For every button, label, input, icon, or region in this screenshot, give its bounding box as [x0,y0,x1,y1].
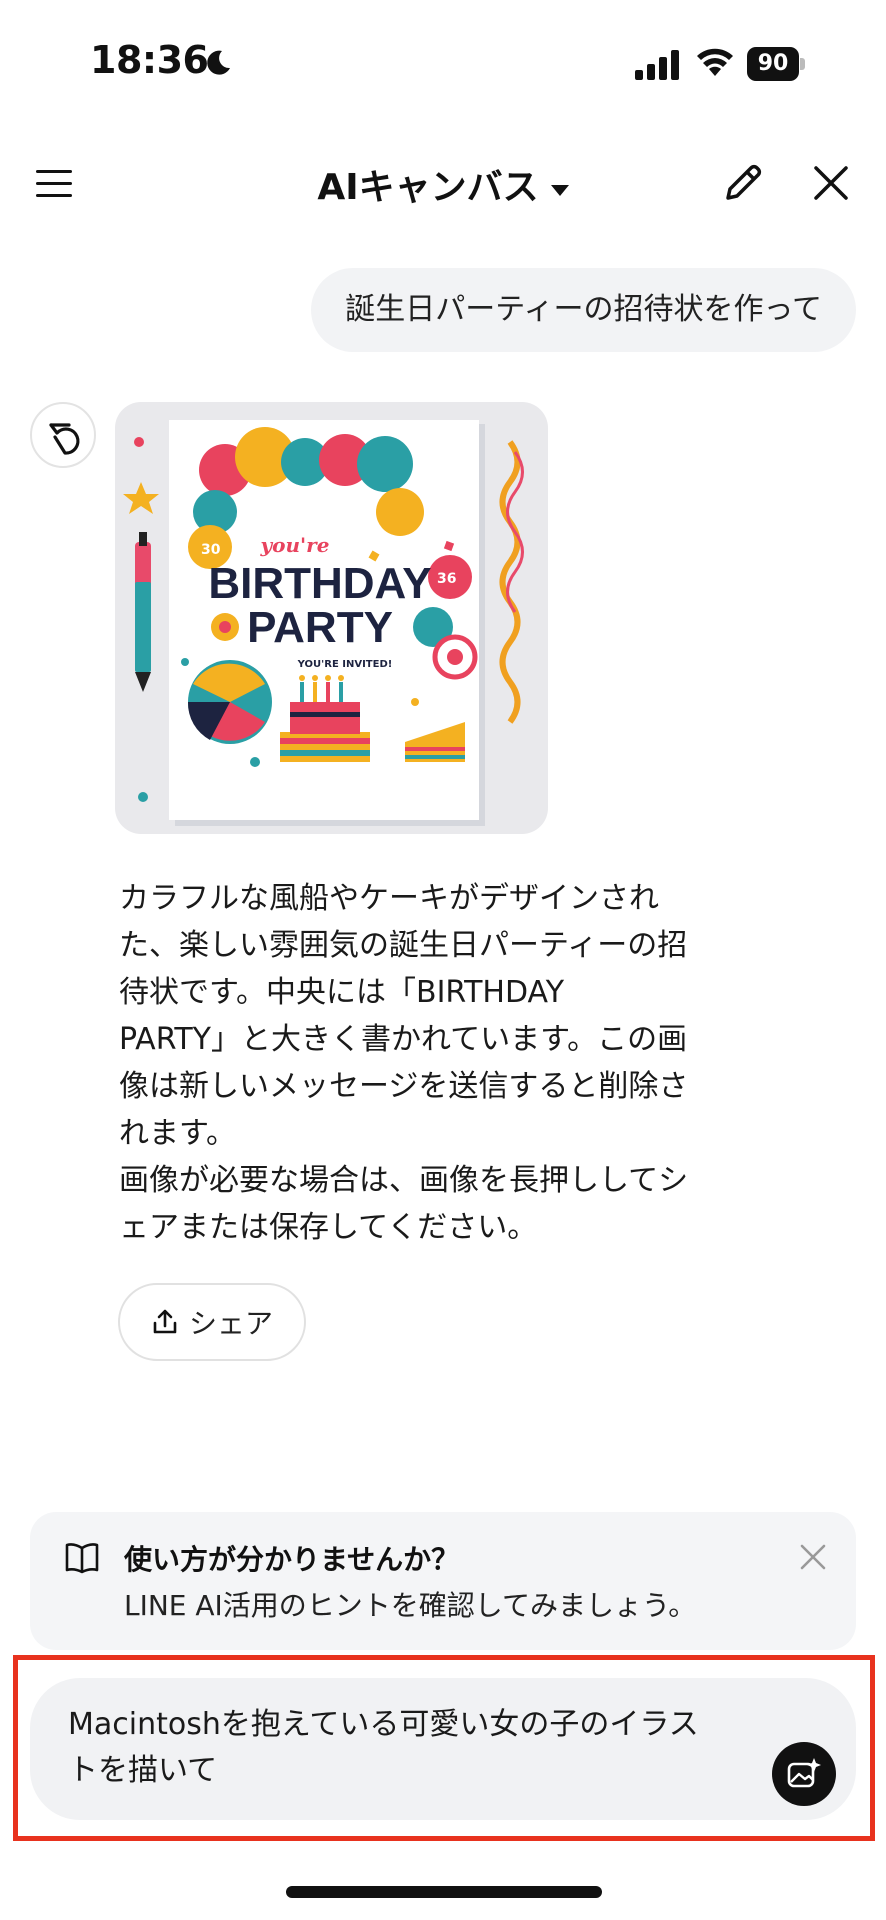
status-bar: 18:36 90 [0,0,886,130]
signal-icon [635,50,679,80]
ai-logo-icon [49,423,80,455]
hint-banner[interactable]: 使い方が分かりませんか？ LINE AI活用のヒントを確認してみましょう。 [30,1512,856,1650]
ai-avatar [30,402,96,468]
share-icon [153,1309,177,1334]
share-button[interactable]: シェア [118,1283,306,1361]
image-sparkle-icon [787,1758,821,1788]
card-title-line1: BIRTHDAY [208,559,431,608]
battery-indicator: 90 [747,47,805,81]
app-header: AIキャンバス [0,140,886,230]
moon-icon [207,50,230,75]
message-input[interactable]: Macintoshを抱えている可愛い女の子のイラス トを描いて [30,1678,856,1820]
home-indicator [286,1886,602,1898]
balloon-number-left: 30 [201,542,221,558]
hint-close-icon[interactable] [798,1542,828,1572]
user-message-bubble: 誕生日パーティーの招待状を作って [311,268,856,352]
screen: 18:36 90 AIキャンバス 誕生日パーティーの招待状を作って 30 36 … [0,0,886,1920]
book-icon [65,1543,99,1574]
card-title-line2: PARTY [247,603,393,652]
close-icon[interactable] [810,162,852,204]
ai-text-line: 画像が必要な場合は、画像を長押ししてシ [119,1163,689,1198]
hint-body: LINE AI活用のヒントを確認してみましょう。 [124,1589,697,1622]
ai-text-line: PARTY」と大きく書かれています。この画 [119,1022,688,1057]
birthday-invitation-illustration: 30 36 you're BIRTHDAY PARTY YOU'RE INVIT… [123,420,524,826]
ai-text-line: れます。 [119,1116,236,1151]
card-subtitle: YOU'RE INVITED! [297,659,393,670]
ai-text-line: カラフルな風船やケーキがデザインされ [119,881,659,916]
ai-response-text: カラフルな風船やケーキがデザインされ た、楽しい雰囲気の誕生日パーティーの招 待… [119,875,739,1251]
card-top-text: you're [260,533,330,557]
battery-level: 90 [747,47,799,81]
balloon-number-right: 36 [437,571,456,587]
ai-text-line: ェアまたは保存してください。 [119,1210,538,1245]
ai-text-line: 待状です。中央には「BIRTHDAY [119,975,565,1010]
generate-image-button[interactable] [772,1742,836,1806]
message-input-text[interactable]: Macintoshを抱えている可愛い女の子のイラス トを描いて [68,1702,768,1794]
page-title: AIキャンバス [317,167,539,208]
battery-tip [800,58,805,70]
caret-down-icon [550,185,569,196]
share-label: シェア [188,1307,273,1340]
input-text-line: Macintoshを抱えている可愛い女の子のイラス [68,1707,699,1742]
ai-text-line: 像は新しいメッセージを送信すると削除さ [119,1069,689,1104]
hint-title: 使い方が分かりませんか？ [124,1543,460,1576]
ai-text-line: た、楽しい雰囲気の誕生日パーティーの招 [119,928,688,963]
wifi-icon [697,48,733,76]
status-time: 18:36 [90,38,209,82]
generated-image[interactable]: 30 36 you're BIRTHDAY PARTY YOU'RE INVIT… [115,402,548,834]
edit-pencil-icon[interactable] [720,160,766,206]
input-text-line: トを描いて [68,1753,218,1788]
